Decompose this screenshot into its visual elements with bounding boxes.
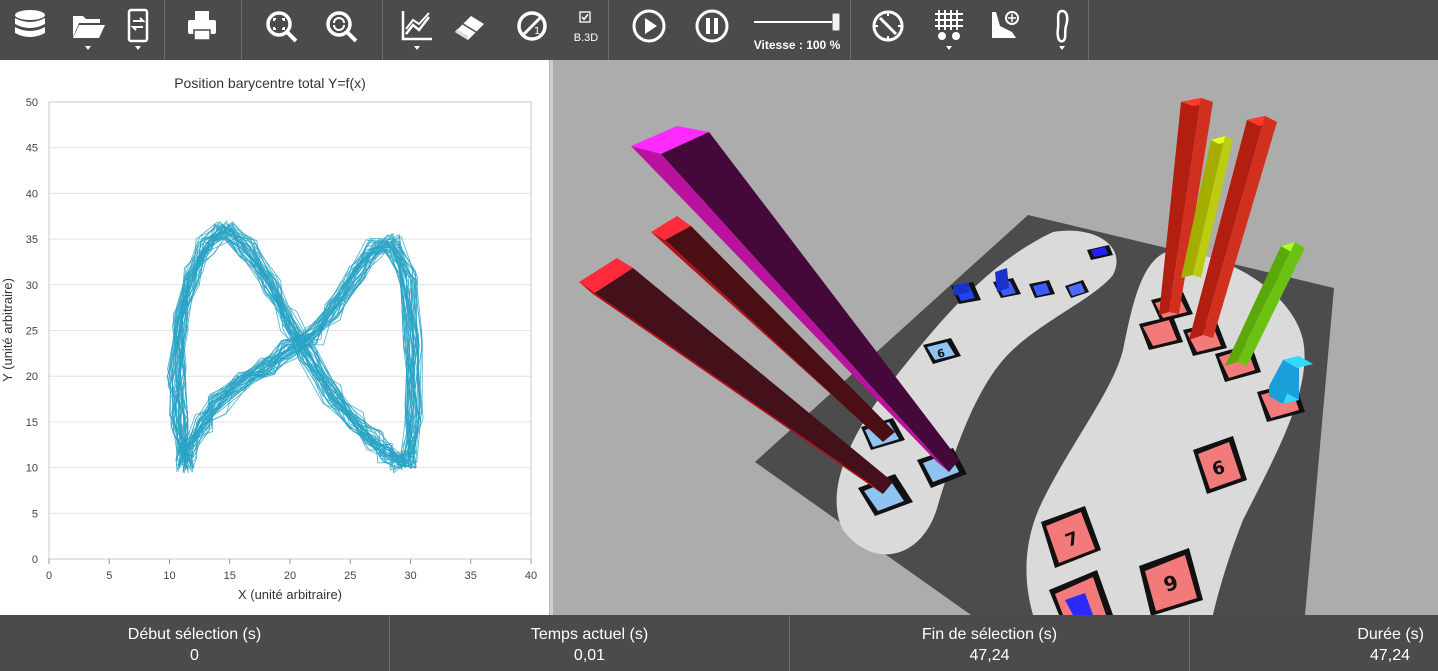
footprint-icon[interactable] xyxy=(1042,8,1082,52)
current-time-label: Temps actuel (s) xyxy=(530,626,649,643)
x-tick-label: 30 xyxy=(404,570,416,582)
zoom-fit-icon[interactable] xyxy=(261,8,301,52)
y-tick-label: 50 xyxy=(26,97,38,109)
y-tick-label: 20 xyxy=(26,371,38,383)
compass-icon[interactable] xyxy=(868,8,908,52)
selection-end: Fin de sélection (s) 47,24 xyxy=(790,615,1189,671)
status-bar: Début sélection (s) 0 Temps actuel (s) 0… xyxy=(0,615,1438,671)
duration-value: 47,24 xyxy=(1369,647,1410,664)
selection-end-label: Fin de sélection (s) xyxy=(921,626,1058,643)
scene-3d-view[interactable]: 6 6 7 9 xyxy=(553,60,1438,615)
database-icon[interactable] xyxy=(10,8,50,52)
speed-slider-track[interactable] xyxy=(754,21,836,23)
y-tick-label: 25 xyxy=(26,326,38,338)
selection-start-value: 0 xyxy=(190,647,199,664)
scene-3d-canvas[interactable]: 6 6 7 9 xyxy=(553,60,1438,615)
x-tick-label: 5 xyxy=(106,570,112,582)
y-tick-label: 15 xyxy=(26,417,38,429)
pause-icon[interactable] xyxy=(692,8,732,52)
eraser-icon[interactable] xyxy=(449,8,489,52)
sensor-cube xyxy=(995,268,1009,292)
x-axis-label: X (unité arbitraire) xyxy=(238,587,342,602)
b3d-label: B.3D xyxy=(573,32,599,44)
svg-text:1: 1 xyxy=(534,26,540,37)
x-tick-label: 20 xyxy=(284,570,296,582)
line-chart-icon[interactable] xyxy=(397,8,437,52)
device-transfer-icon[interactable] xyxy=(118,8,158,52)
speed-slider-thumb[interactable] xyxy=(832,13,840,31)
chart-panel: 0 5 10 15 20 25 30 35 40 0 5 10 15 20 25 30 35 40 45 50 Po… xyxy=(0,60,549,615)
selection-start-label: Début sélection (s) xyxy=(127,626,262,643)
y-tick-label: 5 xyxy=(32,508,38,520)
y-tick-label: 40 xyxy=(26,188,38,200)
selection-end-value: 47,24 xyxy=(969,647,1010,664)
play-icon[interactable] xyxy=(629,8,669,52)
toolbar: 1 B.3D Vitesse : 100 % xyxy=(0,0,1438,60)
y-tick-label: 30 xyxy=(26,280,38,292)
ratio-icon[interactable]: 1 xyxy=(512,8,552,52)
chart-title: Position barycentre total Y=f(x) xyxy=(174,75,366,91)
speed-slider[interactable]: Vitesse : 100 % xyxy=(752,10,842,54)
y-axis-label: Y (unité arbitraire) xyxy=(0,278,15,382)
duration-label: Durée (s) xyxy=(1357,626,1424,643)
speed-label: Vitesse : 100 % xyxy=(753,38,841,52)
zoom-reset-icon[interactable] xyxy=(321,8,361,52)
printer-icon[interactable] xyxy=(182,8,222,52)
current-time-value: 0,01 xyxy=(573,647,606,664)
y-tick-label: 45 xyxy=(26,143,38,155)
x-tick-label: 10 xyxy=(163,570,175,582)
series-line xyxy=(176,229,413,471)
x-tick-label: 40 xyxy=(525,570,537,582)
x-tick-label: 0 xyxy=(46,570,52,582)
sensor-grid-icon[interactable] xyxy=(929,8,969,52)
b3d-toggle[interactable]: B.3D xyxy=(566,8,606,52)
y-tick-label: 0 xyxy=(32,554,38,566)
foot-pressure-icon[interactable] xyxy=(984,8,1024,52)
selection-start: Début sélection (s) 0 xyxy=(0,615,389,671)
x-tick-label: 35 xyxy=(465,570,477,582)
barycentre-chart: 0 5 10 15 20 25 30 35 40 0 5 10 15 20 25 30 35 40 45 50 Po… xyxy=(0,75,537,602)
folder-open-icon[interactable] xyxy=(68,8,108,52)
x-tick-label: 25 xyxy=(344,570,356,582)
x-tick-label: 15 xyxy=(224,570,236,582)
duration: Durée (s) 47,24 xyxy=(1190,615,1438,671)
current-time: Temps actuel (s) 0,01 xyxy=(390,615,789,671)
y-tick-label: 10 xyxy=(26,463,38,475)
series-line xyxy=(178,230,417,469)
y-tick-label: 35 xyxy=(26,234,38,246)
